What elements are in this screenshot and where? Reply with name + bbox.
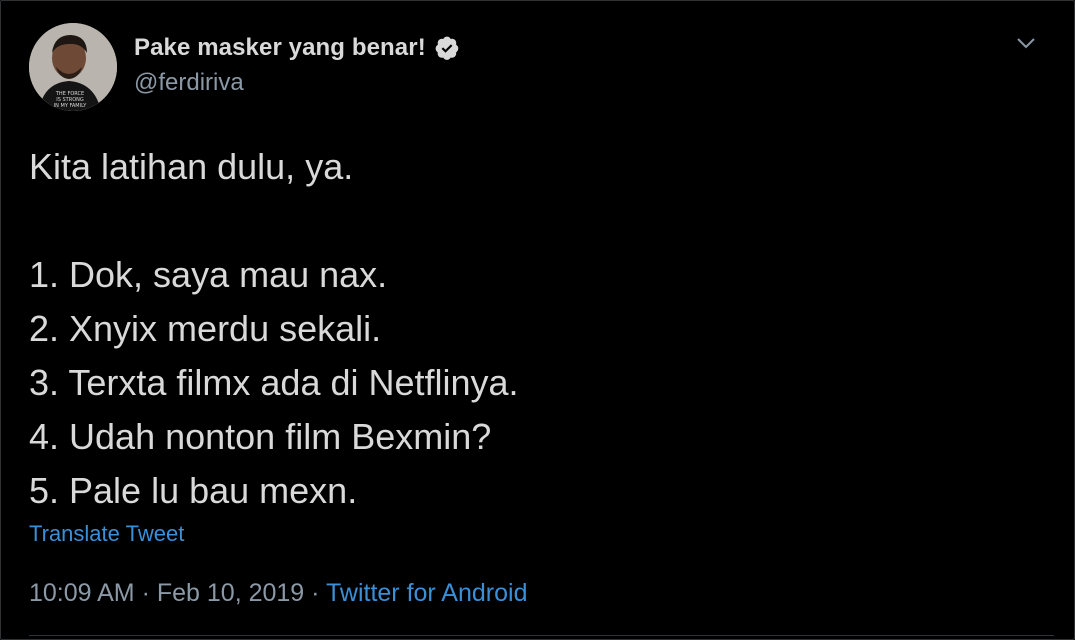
tweet-card: THE FORCE IS STRONG IN MY FAMILY Pake ma… bbox=[0, 0, 1075, 640]
tweet-line: 3. Terxta filmx ada di Netflinya. bbox=[29, 362, 519, 403]
shirt-print-line3: IN MY FAMILY bbox=[54, 103, 88, 109]
tweet-metadata: 10:09 AM · Feb 10, 2019 · Twitter for An… bbox=[29, 579, 527, 608]
separator-dot: · bbox=[141, 579, 150, 607]
translate-tweet-link[interactable]: Translate Tweet bbox=[29, 521, 184, 547]
tweet-line: 1. Dok, saya mau nax. bbox=[29, 254, 388, 295]
tweet-line bbox=[29, 194, 1029, 248]
tweet-line: 4. Udah nonton film Bexmin? bbox=[29, 416, 492, 457]
avatar[interactable]: THE FORCE IS STRONG IN MY FAMILY bbox=[29, 23, 117, 111]
tweet-date[interactable]: Feb 10, 2019 bbox=[157, 579, 304, 607]
tweet-line: 2. Xnyix merdu sekali. bbox=[29, 308, 382, 349]
tweet-source-link[interactable]: Twitter for Android bbox=[326, 579, 527, 607]
author-name-row[interactable]: Pake masker yang benar! bbox=[134, 34, 460, 62]
author-display-name[interactable]: Pake masker yang benar! bbox=[134, 34, 426, 62]
separator-dot: · bbox=[311, 579, 320, 607]
profile-photo-icon: THE FORCE IS STRONG IN MY FAMILY bbox=[29, 23, 117, 111]
tweet-line: Kita latihan dulu, ya. bbox=[29, 146, 354, 187]
chevron-down-icon[interactable] bbox=[1014, 31, 1038, 55]
verified-badge-icon bbox=[435, 36, 459, 60]
tweet-text: Kita latihan dulu, ya. 1. Dok, saya mau … bbox=[29, 140, 1029, 518]
tweet-line: 5. Pale lu bau mexn. bbox=[29, 470, 358, 511]
tweet-time[interactable]: 10:09 AM bbox=[29, 579, 135, 607]
divider bbox=[29, 635, 1054, 636]
author-handle[interactable]: @ferdiriva bbox=[134, 69, 244, 97]
